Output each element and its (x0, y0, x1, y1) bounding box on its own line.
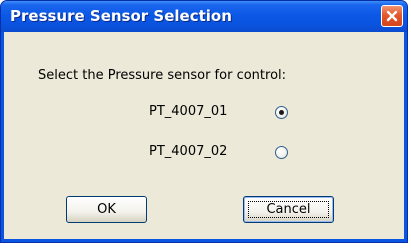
close-icon (386, 10, 398, 22)
prompt-label: Select the Pressure sensor for control: (38, 68, 287, 83)
radio-pt-4007-01[interactable] (275, 106, 288, 119)
title-bar[interactable]: Pressure Sensor Selection (1, 1, 407, 32)
focus-rectangle (248, 201, 329, 218)
radio-pt-4007-02[interactable] (275, 146, 288, 159)
cancel-button[interactable]: Cancel (243, 196, 334, 223)
dialog-window: Pressure Sensor Selection Select the Pre… (0, 0, 408, 243)
option-pt-4007-02[interactable]: PT_4007_02 (149, 142, 289, 162)
option-pt-4007-01[interactable]: PT_4007_01 (149, 102, 289, 122)
radio-selected-dot (279, 110, 284, 115)
dialog-body: Select the Pressure sensor for control: … (4, 32, 404, 239)
ok-button[interactable]: OK (66, 196, 147, 223)
option-label: PT_4007_02 (149, 144, 228, 159)
window-title: Pressure Sensor Selection (10, 7, 232, 25)
close-button[interactable] (381, 5, 403, 27)
option-label: PT_4007_01 (149, 104, 228, 119)
